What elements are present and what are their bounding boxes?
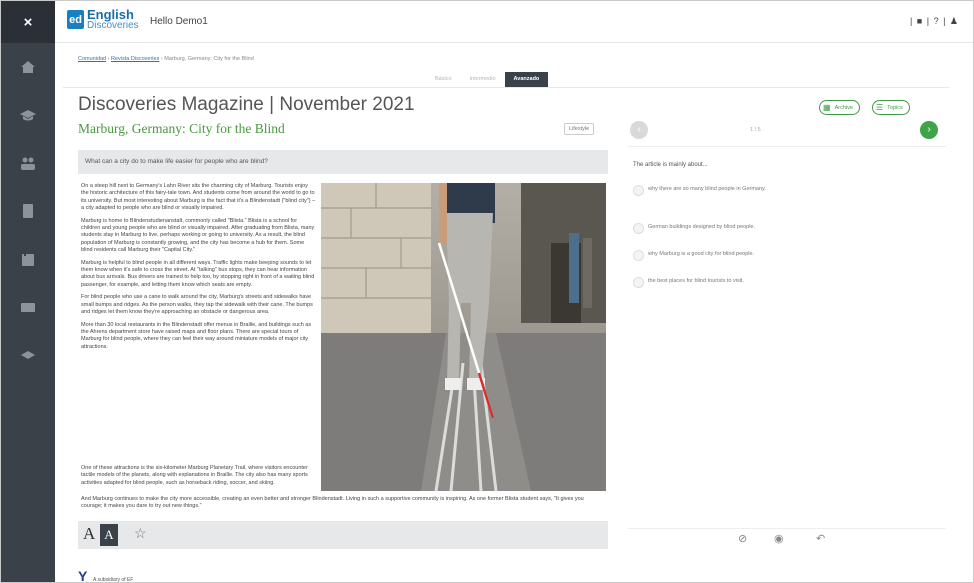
- star-icon[interactable]: ☆: [134, 525, 147, 542]
- greeting: Hello Demo1: [150, 16, 208, 27]
- archive-label: Archive: [834, 104, 853, 111]
- top-header: ed English Discoveries Hello Demo1 | ■ |…: [55, 1, 973, 43]
- mail-icon[interactable]: [1, 283, 55, 331]
- close-button[interactable]: ×: [1, 1, 55, 43]
- eye-icon[interactable]: ◉: [774, 532, 784, 545]
- next-question-button[interactable]: ›: [920, 121, 938, 139]
- divider: [628, 146, 946, 147]
- undo-icon[interactable]: ↶: [816, 532, 825, 545]
- article-photo: [321, 183, 606, 491]
- article-paragraph: And Marburg continues to make the city m…: [81, 496, 584, 510]
- answer-option-text: the best places for blind tourists to vi…: [648, 278, 744, 284]
- logo-english: English: [87, 7, 134, 22]
- logo-mark: ed: [67, 10, 84, 29]
- logo-discoveries: Discoveries: [87, 20, 139, 31]
- font-size-large-button[interactable]: A: [100, 524, 118, 546]
- level-tabs: Básico Intermedio Avanzado: [426, 72, 549, 87]
- article-paragraph: Marburg is home to Blindenstudienanstalt…: [81, 217, 315, 254]
- chevron-right-icon: ›: [927, 124, 931, 135]
- chevron-left-icon: ‹: [637, 124, 641, 135]
- archive-button[interactable]: ▦ Archive: [819, 100, 860, 115]
- books-icon[interactable]: [1, 331, 55, 379]
- answer-option[interactable]: German buildings designed by blind peopl…: [633, 223, 755, 234]
- question-pager: 1 / 5: [750, 127, 761, 133]
- calendar-grid-icon: ▦: [823, 103, 831, 112]
- calendar-icon[interactable]: [1, 235, 55, 283]
- home-icon[interactable]: [1, 43, 55, 91]
- radio-button[interactable]: [633, 223, 644, 234]
- answer-option-text: why Marburg is a good city for blind peo…: [648, 251, 755, 257]
- prompt-question: What can a city do to make life easier f…: [78, 150, 608, 174]
- radio-button[interactable]: [633, 277, 644, 288]
- font-size-small-button[interactable]: A: [83, 524, 95, 544]
- ef-logo: Y: [78, 568, 88, 583]
- category-tag[interactable]: Lifestyle: [564, 123, 595, 135]
- app-frame: × ed English Discoveries Hello Demo1 | ■…: [0, 0, 974, 583]
- list-icon: ☰: [876, 103, 884, 112]
- document-icon[interactable]: [1, 187, 55, 235]
- previous-question-button[interactable]: ‹: [630, 121, 648, 139]
- breadcrumb: Comunidad › Revista Discoveries › Marbur…: [78, 56, 254, 62]
- quiz-actions: ⊘ ◉ ↶: [628, 528, 946, 550]
- topics-button[interactable]: ☰ Topics: [872, 100, 910, 115]
- radio-button[interactable]: [633, 250, 644, 261]
- breadcrumb-revista[interactable]: Revista Discoveries: [111, 56, 159, 62]
- answer-option[interactable]: why there are so many blind people in Ge…: [633, 185, 803, 196]
- graduation-cap-icon[interactable]: [1, 91, 55, 139]
- brand-logo[interactable]: ed English Discoveries: [67, 7, 139, 31]
- sidebar: ×: [1, 1, 55, 582]
- tab-basico[interactable]: Básico: [426, 72, 461, 87]
- community-icon[interactable]: [1, 139, 55, 187]
- article-paragraph: More than 30 local restaurants in the Bl…: [81, 321, 312, 350]
- answer-option[interactable]: the best places for blind tourists to vi…: [633, 277, 744, 288]
- article-title: Marburg, Germany: City for the Blind: [78, 121, 285, 136]
- photo-blind-person-with-cane: [321, 183, 606, 491]
- article-paragraph: On a steep hill next to Germany's Lahn R…: [81, 183, 316, 212]
- divider: [63, 87, 949, 88]
- radio-button[interactable]: [633, 185, 644, 196]
- answer-option[interactable]: why Marburg is a good city for blind peo…: [633, 250, 754, 261]
- quiz-question: The article is mainly about...: [633, 162, 708, 168]
- breadcrumb-comunidad[interactable]: Comunidad: [78, 56, 106, 62]
- header-user-controls[interactable]: | ■ | ? | ♟: [910, 16, 959, 27]
- breadcrumb-current: Marburg, Germany: City for the Blind: [164, 56, 254, 62]
- answer-option-text: why there are so many blind people in Ge…: [648, 186, 766, 192]
- article-paragraph: Marburg is helpful to blind people in al…: [81, 259, 315, 288]
- article-paragraph: One of these attractions is the six-kilo…: [81, 465, 308, 486]
- tab-avanzado[interactable]: Avanzado: [504, 72, 549, 87]
- magazine-title: Discoveries Magazine | November 2021: [78, 94, 415, 115]
- reader-toolbar: A A ☆: [78, 521, 608, 549]
- tab-intermedio[interactable]: Intermedio: [461, 72, 505, 87]
- answer-option-text: German buildings designed by blind peopl…: [648, 224, 756, 230]
- topics-label: Topics: [887, 104, 903, 111]
- footer-text: A subsidiary of EF: [93, 577, 134, 583]
- check-icon[interactable]: ⊘: [738, 532, 747, 545]
- article-body: On a steep hill next to Germany's Lahn R…: [81, 183, 317, 356]
- article-paragraph: For blind people who use a cane to walk …: [81, 294, 313, 316]
